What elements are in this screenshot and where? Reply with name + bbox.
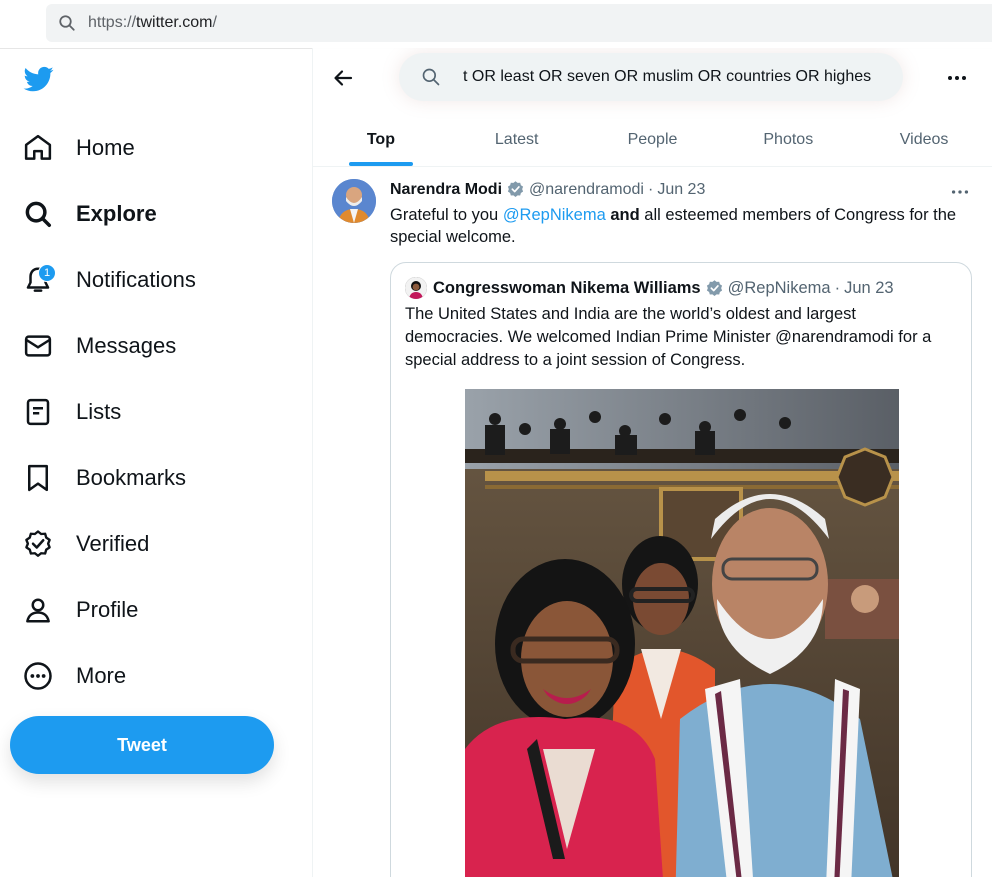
sidebar-item-lists[interactable]: Lists <box>22 390 121 434</box>
notification-badge: 1 <box>38 264 56 282</box>
tweet-text-bold: and <box>610 206 640 224</box>
tweet-text-part: Grateful to you <box>390 206 503 224</box>
tweet-button[interactable]: Tweet <box>10 716 274 774</box>
tab-photos[interactable]: Photos <box>720 114 856 166</box>
quote-avatar-image <box>405 277 427 299</box>
quote-author-name: Congresswoman Nikema Williams <box>433 278 701 297</box>
sidebar-item-label: Explore <box>76 201 157 226</box>
tab-latest[interactable]: Latest <box>449 114 585 166</box>
sidebar-item-more[interactable]: More <box>22 654 126 698</box>
quote-author-handle: @RepNikema <box>727 278 831 297</box>
tab-videos[interactable]: Videos <box>856 114 992 166</box>
tweet-more-icon[interactable] <box>949 181 971 203</box>
browser-toolbar: https://twitter.com/ <box>0 0 992 49</box>
main-column: Top Latest People Photos Videos Narendra… <box>313 48 992 877</box>
tab-label: Latest <box>494 131 539 148</box>
tweet-text: Grateful to you @RepNikema and all estee… <box>390 204 970 248</box>
sidebar: Home Explore 1 Notifications Messages Li… <box>0 48 313 877</box>
sidebar-item-notifications[interactable]: 1 Notifications <box>22 258 196 302</box>
verified-badge-icon <box>706 279 722 296</box>
sidebar-item-label: Verified <box>76 531 150 556</box>
more-options-icon[interactable] <box>945 66 969 90</box>
quote-date: Jun 23 <box>844 278 894 297</box>
twitter-logo-icon[interactable] <box>22 64 56 94</box>
search-icon <box>422 68 440 86</box>
sidebar-item-label: Bookmarks <box>76 465 187 490</box>
quote-text: The United States and India are the worl… <box>405 305 932 369</box>
sidebar-item-bookmarks[interactable]: Bookmarks <box>22 456 186 500</box>
tweet-date[interactable]: Jun 23 <box>657 181 705 199</box>
home-icon <box>24 134 52 160</box>
tab-label: Top <box>366 131 395 148</box>
tab-people[interactable]: People <box>585 114 721 166</box>
sidebar-item-label: Messages <box>76 333 177 358</box>
verified-icon <box>25 530 51 557</box>
avatar[interactable] <box>332 179 376 223</box>
quoted-tweet[interactable]: Congresswoman Nikema Williams @RepNikema… <box>390 262 972 877</box>
search-tabs: Top Latest People Photos Videos <box>313 114 992 166</box>
active-tab-indicator <box>348 162 413 166</box>
sidebar-item-explore[interactable]: Explore <box>22 192 157 236</box>
back-arrow-icon[interactable] <box>331 66 355 90</box>
sidebar-item-label: More <box>76 663 127 688</box>
address-url: https://twitter.com/ <box>88 14 217 32</box>
avatar-image <box>332 179 376 223</box>
quote-header: Congresswoman Nikema Williams @RepNikema… <box>405 277 894 299</box>
search-box[interactable] <box>399 53 903 101</box>
sidebar-item-verified[interactable]: Verified <box>22 522 149 566</box>
more-circle-icon <box>24 662 52 690</box>
search-header: Top Latest People Photos Videos <box>313 48 992 167</box>
person-icon <box>26 598 50 623</box>
sidebar-item-messages[interactable]: Messages <box>22 324 176 368</box>
author-handle[interactable]: @narendramodi <box>529 181 644 199</box>
search-icon <box>59 15 75 31</box>
sidebar-item-label: Notifications <box>76 267 196 292</box>
explore-icon <box>25 201 51 227</box>
tab-label: Videos <box>899 131 949 148</box>
separator: · <box>834 278 841 297</box>
verified-badge-icon <box>507 181 524 198</box>
tab-label: Photos <box>763 131 814 148</box>
sidebar-item-label: Lists <box>76 399 122 424</box>
url-path: / <box>212 14 217 31</box>
mention-link[interactable]: @RepNikema <box>503 206 606 224</box>
tab-label: People <box>627 131 678 148</box>
tweet-photo[interactable] <box>465 389 899 877</box>
sidebar-item-profile[interactable]: Profile <box>22 588 138 632</box>
separator: · <box>647 180 654 198</box>
sidebar-item-home[interactable]: Home <box>22 126 135 170</box>
tweet[interactable]: Narendra Modi @narendramodi · Jun 23 Gra… <box>313 167 992 877</box>
search-input[interactable] <box>463 53 891 101</box>
envelope-icon <box>24 335 52 357</box>
quote-avatar <box>405 277 427 299</box>
author-name[interactable]: Narendra Modi <box>390 181 502 199</box>
list-icon <box>26 398 50 426</box>
url-host: twitter.com <box>136 14 213 31</box>
tab-top[interactable]: Top <box>313 114 449 166</box>
url-scheme: https:// <box>88 14 137 31</box>
sidebar-item-label: Profile <box>76 597 139 622</box>
bookmark-icon <box>28 464 48 492</box>
tweet-header: Narendra Modi @narendramodi · Jun 23 <box>390 180 705 199</box>
sidebar-item-label: Home <box>76 135 135 160</box>
address-bar[interactable]: https://twitter.com/ <box>46 4 992 42</box>
